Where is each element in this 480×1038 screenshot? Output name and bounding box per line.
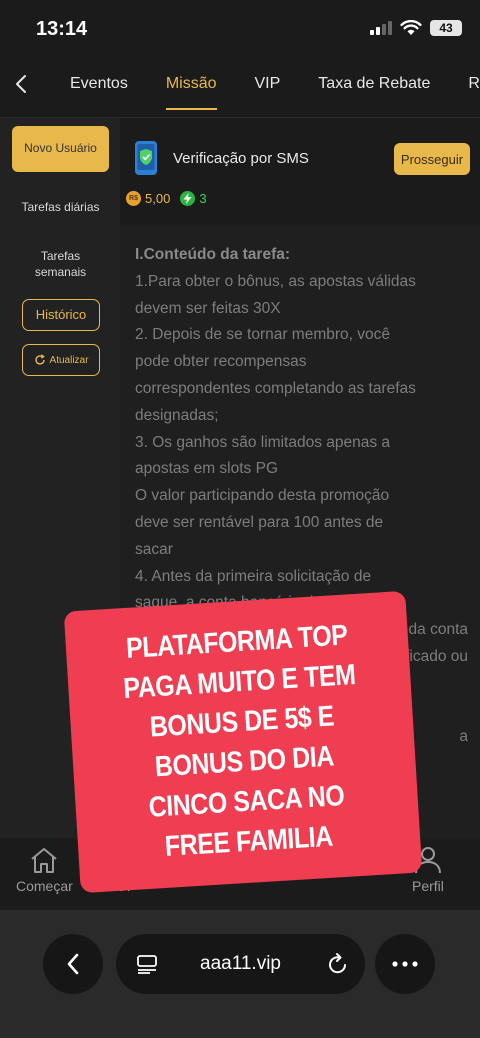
refresh-icon [34, 354, 45, 365]
top-navigation: Eventos Missão VIP Taxa de Rebate Re [0, 58, 480, 118]
task-description-line: apostas em slots PG [135, 460, 279, 478]
wifi-icon [400, 20, 422, 35]
refresh-label: Atualizar [49, 354, 89, 366]
status-time: 13:14 [36, 18, 88, 40]
task-description-line: sacar [135, 540, 173, 558]
back-arrow-icon[interactable] [10, 72, 34, 96]
battery-icon: 43 [430, 20, 462, 36]
task-reward: R$ 5,00 3 [126, 191, 207, 206]
task-description-line: devem ser feitas 30X [135, 299, 281, 317]
address-bar[interactable]: aaa11.vip [116, 934, 365, 994]
sidebar-item-daily-tasks[interactable]: Tarefas diárias [12, 200, 109, 216]
sidebar-item-weekly-tasks[interactable]: Tarefas semanais [12, 249, 109, 280]
task-description-line: pode obter recompensas [135, 353, 307, 371]
task-card: Verificação por SMS Prosseguir R$ 5,00 3 [126, 132, 470, 222]
bottom-nav-home[interactable]: Começar [16, 846, 73, 894]
status-icons: 43 [370, 20, 462, 36]
chevron-left-icon [67, 953, 79, 975]
task-description-line: 2. Depois de se tornar membro, você [135, 326, 391, 344]
task-description-line: 4. Antes da primeira solicitação de [135, 567, 372, 585]
browser-toolbar: aaa11.vip [0, 910, 480, 1038]
task-description-title: I.Conteúdo da tarefa: [135, 246, 291, 263]
tab-vip[interactable]: VIP [255, 75, 281, 93]
bottom-nav-home-label: Começar [16, 878, 73, 894]
tab-taxa-de-rebate[interactable]: Taxa de Rebate [318, 75, 430, 93]
task-description-line: deve ser rentável para 100 antes de [135, 513, 384, 531]
task-description-line: O valor participando desta promoção [135, 487, 390, 505]
proceed-button[interactable]: Prosseguir [394, 143, 470, 175]
tab-missao[interactable]: Missão [165, 75, 217, 110]
task-title: Verificação por SMS [173, 150, 309, 167]
lightning-icon [180, 191, 196, 206]
tab-bar: Eventos Missão VIP Taxa de Rebate Re [70, 75, 480, 110]
status-bar: 13:14 43 [0, 0, 480, 58]
history-button[interactable]: Histórico [22, 299, 100, 331]
sms-verification-icon [135, 141, 157, 175]
coin-icon: R$ [126, 191, 141, 206]
task-description-line: 3. Os ganhos são limitados apenas a [135, 433, 391, 451]
tab-truncated[interactable]: Re [468, 75, 480, 93]
sidebar-item-new-user[interactable]: Novo Usuário [12, 126, 109, 172]
reload-icon[interactable] [327, 952, 349, 976]
browser-back-button[interactable] [43, 934, 103, 994]
reward-amount: 5,00 [145, 191, 171, 206]
home-icon [31, 848, 58, 873]
task-description-line: designadas; [135, 406, 219, 424]
cellular-signal-icon [370, 21, 392, 35]
promo-sticker: PLATAFORMA TOP PAGA MUITO E TEM BONUS DE… [63, 590, 423, 894]
browser-more-button[interactable] [375, 934, 435, 994]
task-description-line: correspondentes completando as tarefas [135, 379, 416, 397]
more-dots-icon [392, 961, 418, 967]
refresh-button[interactable]: Atualizar [22, 344, 100, 376]
task-description-line: 1.Para obter o bônus, as apostas válidas [135, 272, 416, 290]
bottom-nav-profile-label: Perfil [412, 878, 444, 894]
tab-eventos[interactable]: Eventos [70, 75, 128, 93]
reward-count: 3 [199, 191, 207, 206]
